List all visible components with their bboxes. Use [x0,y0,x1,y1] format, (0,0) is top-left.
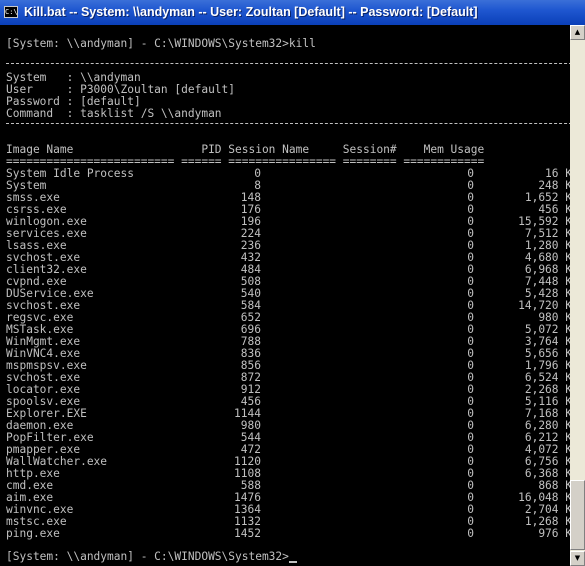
process-row: WallWatcher.exe 1120 0 6,756 K [6,456,576,468]
process-row: http.exe 1108 0 6,368 K [6,468,576,480]
command-prompt-line: [System: \\andyman] - C:\WINDOWS\System3… [6,37,316,50]
process-row: mstsc.exe 1132 0 1,268 K [6,516,576,528]
process-session-number: 0 [467,515,474,528]
final-prompt[interactable]: [System: \\andyman] - C:\WINDOWS\System3… [6,551,297,563]
process-row: svchost.exe 872 0 6,524 K [6,372,576,384]
process-session-number: 0 [467,503,474,516]
divider-top [6,63,582,64]
process-session-number: 0 [467,527,474,540]
vertical-scrollbar[interactable]: ▲ ▼ [570,25,585,566]
window-title: Kill.bat -- System: \\andyman -- User: Z… [24,5,478,19]
process-row: services.exe 224 0 7,512 K [6,228,576,240]
process-session-number: 0 [467,311,474,324]
process-name: ping.exe [6,527,60,540]
process-row: svchost.exe 432 0 4,680 K [6,252,576,264]
scroll-up-button[interactable]: ▲ [570,25,585,40]
process-row: spoolsv.exe 456 0 5,116 K [6,396,576,408]
process-row: regsvc.exe 652 0 980 K [6,312,576,324]
process-session-number: 0 [467,215,474,228]
process-row: System Idle Process 0 0 16 K [6,168,576,180]
process-mem-usage: 976 K [538,527,572,540]
text-cursor [288,561,297,563]
process-session-number: 0 [467,383,474,396]
process-pid: 1452 [234,527,261,540]
process-session-number: 0 [467,467,474,480]
process-row: WinVNC4.exe 836 0 5,656 K [6,348,576,360]
process-row: DUService.exe 540 0 5,428 K [6,288,576,300]
process-session-number: 0 [467,299,474,312]
info-command: Command : tasklist /S \\andyman [6,107,222,120]
process-session-number: 0 [467,443,474,456]
process-session-number: 0 [467,239,474,252]
process-row: mspmspsv.exe 856 0 1,796 K [6,360,576,372]
scroll-down-button[interactable]: ▼ [570,551,585,566]
process-row: client32.exe 484 0 6,968 K [6,264,576,276]
divider-middle [6,123,582,124]
process-row: PopFilter.exe 544 0 6,212 K [6,432,576,444]
process-session-number: 0 [467,407,474,420]
process-session-number: 0 [467,227,474,240]
process-session-number: 0 [467,455,474,468]
console-window: C:\ Kill.bat -- System: \\andyman -- Use… [0,0,585,566]
process-row: winvnc.exe 1364 0 2,704 K [6,504,576,516]
process-row: WinMgmt.exe 788 0 3,764 K [6,336,576,348]
process-row: locator.exe 912 0 2,268 K [6,384,576,396]
process-session-number: 0 [467,419,474,432]
process-session-number: 0 [467,191,474,204]
process-row: csrss.exe 176 0 456 K [6,204,576,216]
process-row: lsass.exe 236 0 1,280 K [6,240,576,252]
process-pid: 0 [254,167,261,180]
process-session-number: 0 [467,263,474,276]
process-session-number: 0 [467,335,474,348]
scroll-thumb[interactable] [570,480,585,550]
process-row: System 8 0 248 K [6,180,576,192]
process-session-number: 0 [467,479,474,492]
process-session-number: 0 [467,347,474,360]
process-row: winlogon.exe 196 0 15,592 K [6,216,576,228]
process-session-number: 0 [467,371,474,384]
process-session-number: 0 [467,179,474,192]
process-session-number: 0 [467,251,474,264]
process-row: svchost.exe 584 0 14,720 K [6,300,576,312]
process-session-number: 0 [467,203,474,216]
process-session-number: 0 [467,323,474,336]
process-row: cmd.exe 588 0 868 K [6,480,576,492]
process-session-number: 0 [467,491,474,504]
title-bar[interactable]: C:\ Kill.bat -- System: \\andyman -- Use… [0,0,585,25]
process-session-number: 0 [467,359,474,372]
final-prompt-text: [System: \\andyman] - C:\WINDOWS\System3… [6,550,289,563]
process-session-number: 0 [467,167,474,180]
console-output[interactable]: [System: \\andyman] - C:\WINDOWS\System3… [0,25,582,566]
process-row: MSTask.exe 696 0 5,072 K [6,324,576,336]
process-session-number: 0 [467,431,474,444]
process-row: Explorer.EXE 1144 0 7,168 K [6,408,576,420]
process-row: smss.exe 148 0 1,652 K [6,192,576,204]
process-session-number: 0 [467,275,474,288]
process-row: ping.exe 1452 0 976 K [6,528,576,540]
console-icon[interactable]: C:\ [4,6,18,18]
process-session-number: 0 [467,395,474,408]
process-row: aim.exe 1476 0 16,048 K [6,492,576,504]
process-session-number: 0 [467,287,474,300]
